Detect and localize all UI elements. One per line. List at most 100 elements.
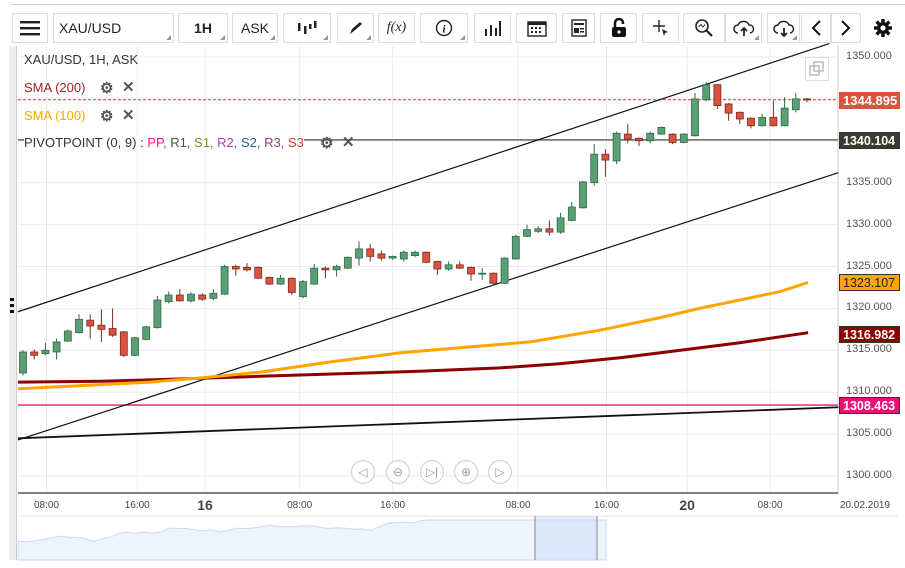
time-axis-label: 16:00 <box>380 500 406 511</box>
price-axis-label: 1305.000 <box>846 427 892 440</box>
skip-end-icon: ▷| <box>425 465 439 479</box>
candle-body <box>657 126 666 135</box>
candle-body <box>86 319 95 327</box>
pivot-level-s3: S3 <box>287 135 304 150</box>
candle <box>612 131 621 165</box>
candle <box>791 93 800 113</box>
candle-body <box>769 116 778 127</box>
pivot-close-icon[interactable]: ✕ <box>342 133 355 151</box>
time-axis-label: 08:00 <box>757 500 783 511</box>
candle-body <box>523 229 531 237</box>
time-axis-date-label: 20.02.2019 <box>839 500 891 511</box>
candle <box>321 266 330 279</box>
candle-body <box>287 277 296 293</box>
candle-body <box>265 276 274 285</box>
pivot-levels: PP, R1, S1, R2, S2, R3, S3 <box>147 135 304 150</box>
candle <box>343 256 352 270</box>
candle <box>187 292 195 303</box>
candle <box>254 266 263 280</box>
candle-body <box>489 272 498 284</box>
navigator-area <box>17 519 607 561</box>
candle <box>86 314 95 339</box>
candle <box>332 264 341 277</box>
price-axis-label: 1300.000 <box>846 469 892 481</box>
pivot-level-s2: S2, <box>241 135 265 150</box>
sma100-settings-gear-icon[interactable]: ⚙ <box>100 107 113 125</box>
candle-body <box>623 133 632 140</box>
nav-go-to-end-button[interactable]: ▷| <box>420 460 444 484</box>
candle-body <box>187 293 195 302</box>
candle-body <box>545 228 554 233</box>
candle-body <box>612 132 621 162</box>
candle <box>41 342 50 356</box>
price-axis-label: 1350.000 <box>846 50 892 62</box>
chart-title: XAU/USD, 1H, ASK <box>24 52 139 67</box>
candle-body <box>220 266 229 295</box>
candle <box>63 329 72 342</box>
time-axis-label: 08:00 <box>287 500 313 511</box>
candle-body <box>276 277 285 285</box>
time-axis-label: 08:00 <box>34 500 60 511</box>
candle-body <box>63 330 72 342</box>
candle <box>209 289 218 301</box>
candle <box>153 295 162 329</box>
candle <box>646 131 655 144</box>
candle-body <box>332 266 341 271</box>
candle <box>131 336 139 357</box>
sma100-close-icon[interactable]: ✕ <box>122 106 135 124</box>
candle-body <box>500 257 509 284</box>
candle <box>523 224 531 238</box>
candle-body <box>75 318 83 334</box>
trendline-channel-upper <box>17 43 830 313</box>
candle <box>679 133 688 144</box>
nav-zoom-in-button[interactable]: ⊕ <box>454 460 478 484</box>
candle <box>287 277 296 295</box>
nav-scroll-left-button[interactable]: ◁ <box>351 460 375 484</box>
candle-body <box>30 351 39 356</box>
candle <box>388 255 397 260</box>
candle <box>478 268 487 280</box>
candle-body <box>108 328 117 336</box>
candle-body <box>534 228 543 232</box>
triangle-right-icon: ▷ <box>495 465 505 479</box>
sma200-price-tag: 1316.982 <box>839 325 900 343</box>
candle <box>769 100 778 127</box>
candle <box>780 97 789 127</box>
candle-body <box>97 324 106 330</box>
sma200-settings-gear-icon[interactable]: ⚙ <box>100 79 113 97</box>
candle-body <box>209 292 218 299</box>
candle-body <box>679 133 688 143</box>
candle-body <box>355 248 363 259</box>
candle <box>534 226 543 233</box>
candle-body <box>444 264 453 270</box>
candle-body <box>635 137 643 142</box>
time-axis-label: 16 <box>197 497 213 513</box>
sma200-close-icon[interactable]: ✕ <box>122 78 135 96</box>
candle-body <box>556 217 565 233</box>
candle <box>366 243 375 262</box>
candle-body <box>377 253 386 259</box>
time-axis-label: 16:00 <box>594 500 620 511</box>
sma200-label[interactable]: SMA (200) <box>24 80 85 95</box>
candle-body <box>422 251 431 263</box>
candle <box>299 279 307 299</box>
nav-scroll-right-button[interactable]: ▷ <box>488 460 512 484</box>
sma100-label[interactable]: SMA (100) <box>24 108 85 123</box>
pivot-name: PIVOTPOINT (0, 9) <box>24 135 137 150</box>
candle-body <box>321 267 330 271</box>
pivot-label[interactable]: PIVOTPOINT (0, 9) : PP, R1, S1, R2, S2, … <box>24 135 304 150</box>
candle-body <box>791 98 800 111</box>
zoom-out-icon: ⊖ <box>392 465 404 479</box>
candle-body <box>702 84 711 101</box>
candle-body <box>511 235 520 260</box>
nav-zoom-out-button[interactable]: ⊖ <box>386 460 410 484</box>
pivot-level-r2: R2, <box>217 135 241 150</box>
pivot-settings-gear-icon[interactable]: ⚙ <box>320 134 333 152</box>
pivot-level-s1: S1, <box>194 135 218 150</box>
candle <box>500 257 509 285</box>
popout-button[interactable] <box>805 57 829 81</box>
candle-body <box>243 266 251 271</box>
candle <box>220 264 229 295</box>
popout-icon <box>809 61 824 76</box>
price-chart[interactable] <box>0 0 905 568</box>
